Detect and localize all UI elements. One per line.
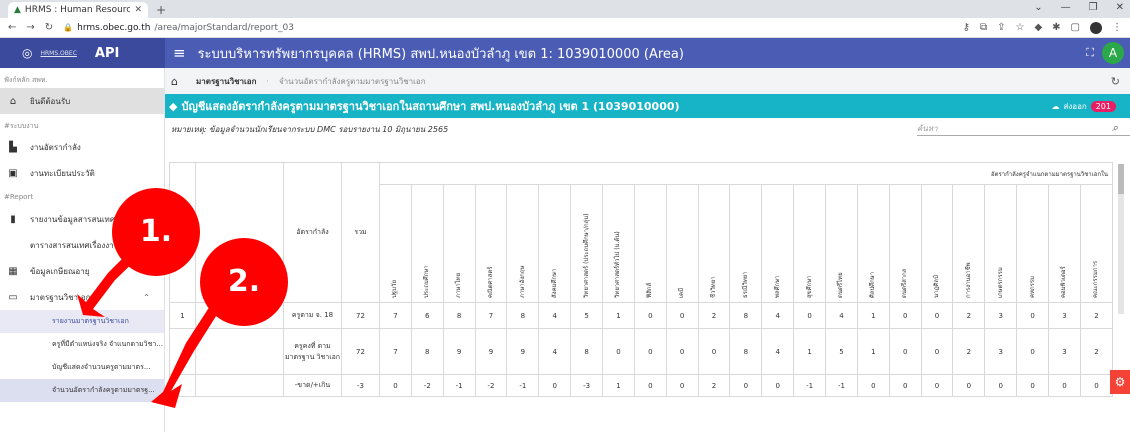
lock-icon: 🔒 bbox=[63, 23, 74, 32]
window-controls: ⌄ — ❐ ✕ bbox=[1034, 2, 1124, 13]
browser-tabbar: ▲ HRMS : Human Resource Manag ✕ + ⌄ — ❐ … bbox=[0, 0, 1130, 18]
new-tab-button[interactable]: + bbox=[156, 2, 166, 18]
extension-icon[interactable]: ◆ bbox=[1034, 22, 1042, 33]
annotation-two: 2. bbox=[200, 238, 288, 326]
minimize-icon[interactable]: — bbox=[1061, 2, 1071, 13]
key-icon[interactable]: ⚷ bbox=[963, 22, 970, 33]
browser-tab[interactable]: ▲ HRMS : Human Resource Manag ✕ bbox=[8, 2, 148, 18]
close-window-icon[interactable]: ✕ bbox=[1116, 2, 1124, 13]
favicon-icon: ▲ bbox=[14, 5, 21, 15]
close-tab-icon[interactable]: ✕ bbox=[134, 5, 142, 15]
share-icon[interactable]: ⇪ bbox=[997, 22, 1005, 33]
annotation-one: 1. bbox=[112, 188, 200, 276]
sidepanel-icon[interactable]: ▢ bbox=[1071, 22, 1080, 33]
forward-icon[interactable]: → bbox=[26, 22, 34, 33]
back-icon[interactable]: ← bbox=[8, 22, 16, 33]
translate-icon[interactable]: ⧉ bbox=[980, 22, 987, 33]
url-host: hrms.obec.go.th bbox=[77, 22, 151, 33]
maximize-icon[interactable]: ❐ bbox=[1089, 2, 1098, 13]
arrow-2 bbox=[151, 306, 218, 408]
url-path: /area/majorStandard/report_03 bbox=[154, 22, 294, 33]
profile-avatar[interactable] bbox=[1090, 21, 1102, 34]
url-field[interactable]: 🔒 hrms.obec.go.th/area/majorStandard/rep… bbox=[63, 23, 952, 33]
kebab-menu-icon[interactable]: ⋮ bbox=[1112, 22, 1122, 33]
puzzle-icon[interactable]: ✱ bbox=[1052, 22, 1060, 33]
reload-icon[interactable]: ↻ bbox=[45, 22, 53, 33]
star-icon[interactable]: ☆ bbox=[1015, 22, 1024, 33]
app: ◎ HRMS.OBEC API ≡ ระบบบริหารทรัพยากรบุคค… bbox=[0, 38, 1130, 432]
extension-icons: ⚷ ⧉ ⇪ ☆ ◆ ✱ ▢ ⋮ bbox=[963, 21, 1122, 34]
address-bar: ← → ↻ 🔒 hrms.obec.go.th/area/majorStanda… bbox=[0, 18, 1130, 38]
chevron-down-icon[interactable]: ⌄ bbox=[1034, 2, 1042, 13]
tab-title: HRMS : Human Resource Manag bbox=[24, 5, 131, 15]
